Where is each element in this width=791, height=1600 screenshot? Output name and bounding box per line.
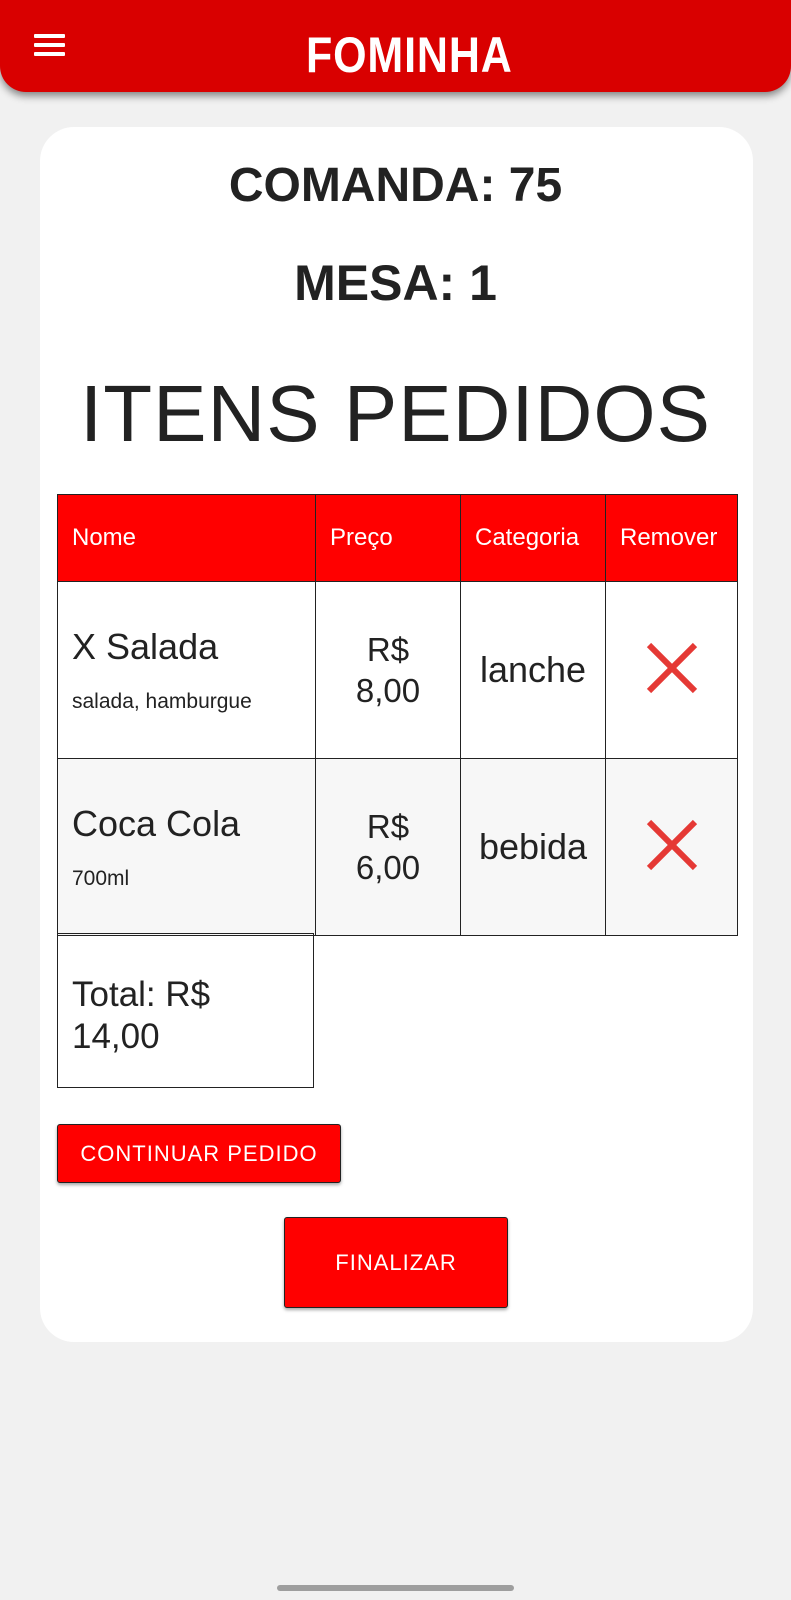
- price-currency: R$: [366, 630, 410, 668]
- section-title: ITENS PEDIDOS: [80, 369, 711, 458]
- remove-cell: [605, 758, 738, 936]
- order-items-table: Nome Preço Categoria Remover X Salada sa…: [57, 494, 738, 936]
- item-name-cell: X Salada salada, hamburgue: [57, 581, 316, 759]
- item-price-cell: R$ 6,00: [315, 758, 461, 936]
- item-category: bebida: [460, 758, 606, 936]
- app-logo: FOMINHA: [306, 10, 513, 86]
- table-row: X Salada salada, hamburgue R$ 8,00 lanch…: [57, 581, 738, 759]
- comanda-number: COMANDA: 75: [228, 159, 563, 212]
- table-header-row: Nome Preço Categoria Remover: [57, 494, 738, 582]
- finalize-button[interactable]: FINALIZAR: [284, 1217, 508, 1308]
- close-icon[interactable]: [644, 640, 700, 696]
- price-value: 6,00: [355, 849, 421, 886]
- remove-cell: [605, 581, 738, 759]
- hamburger-menu-icon[interactable]: [34, 34, 66, 56]
- header-remover: Remover: [605, 494, 738, 582]
- item-price-cell: R$ 8,00: [315, 581, 461, 759]
- total-label: Total: R$: [72, 975, 211, 1014]
- header-preco: Preço: [315, 494, 461, 582]
- price-currency: R$: [366, 807, 410, 845]
- total-value: 14,00: [72, 1017, 160, 1056]
- header-nome: Nome: [57, 494, 316, 582]
- system-home-indicator[interactable]: [277, 1585, 514, 1591]
- item-name: X Salada: [72, 626, 219, 667]
- table-number: MESA: 1: [294, 255, 497, 311]
- header-categoria: Categoria: [460, 494, 606, 582]
- app-bar: FOMINHA: [0, 0, 791, 92]
- price-value: 8,00: [355, 672, 421, 709]
- item-description: 700ml: [72, 867, 130, 890]
- continue-order-button[interactable]: CONTINUAR PEDIDO: [57, 1124, 341, 1183]
- close-icon[interactable]: [644, 817, 700, 873]
- item-name-cell: Coca Cola 700ml: [57, 758, 316, 936]
- item-description: salada, hamburgue: [72, 690, 252, 713]
- item-category: lanche: [460, 581, 606, 759]
- logo-text: FOMINHA: [306, 27, 513, 83]
- table-row: Coca Cola 700ml R$ 6,00 bebida: [57, 758, 738, 936]
- item-name: Coca Cola: [72, 803, 241, 844]
- order-total: Total: R$ 14,00: [57, 933, 314, 1088]
